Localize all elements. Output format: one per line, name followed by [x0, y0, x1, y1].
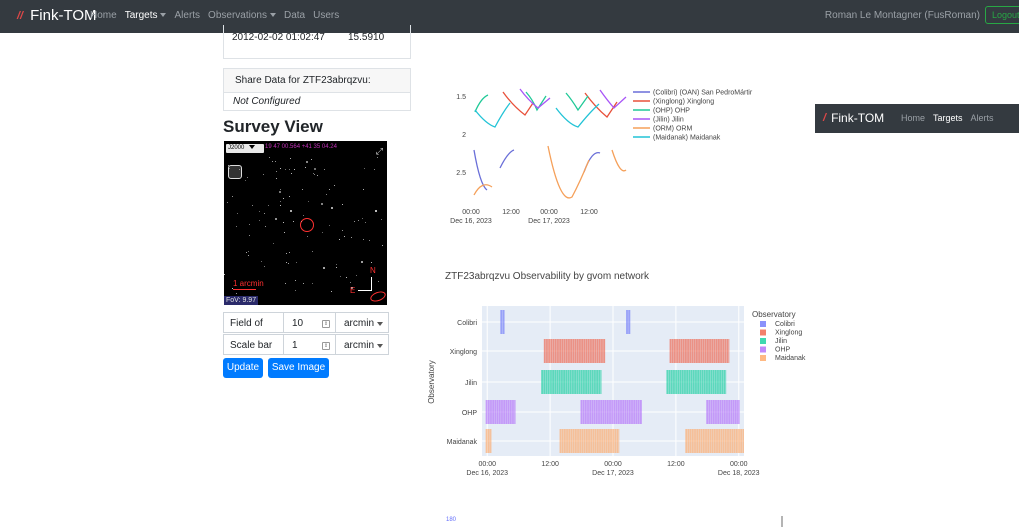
airmass-x-tick: 12:00	[580, 209, 598, 216]
airmass-legend-label: (Maidanak) Maidanak	[653, 135, 721, 142]
x-tick-date: Dec 18, 2023	[718, 470, 760, 477]
airmass-plot-area	[471, 83, 626, 205]
legend-label: Jilin	[775, 338, 787, 345]
legend-swatch	[760, 355, 766, 361]
legend-title: Observatory	[752, 310, 796, 319]
airmass-y-tick: 1.5	[456, 94, 466, 101]
embedded-brand-label: Fink-TOM	[831, 111, 885, 125]
airmass-legend-label: (Colibri) (OAN) San PedroMártir	[653, 90, 753, 97]
embedded-nav-home[interactable]: Home	[901, 113, 925, 123]
airmass-legend-label: (OHP) OHP	[653, 108, 690, 115]
observability-bar-jilin	[541, 370, 602, 394]
x-tick-date: Dec 16, 2023	[466, 470, 508, 477]
legend-label: Maidanak	[775, 355, 806, 362]
airmass-x-tick-date: Dec 16, 2023	[450, 218, 492, 225]
y-tick-label: OHP	[462, 410, 478, 417]
chart-title: ZTF23abrqzvu Observability by gvom netwo…	[445, 271, 650, 282]
airmass-y-tick: 2.5	[456, 170, 466, 177]
x-tick-label: 00:00	[478, 461, 496, 468]
airmass-x-tick: 00:00	[540, 209, 558, 216]
y-tick-label: Maidanak	[447, 439, 478, 446]
y-tick-label: Jilin	[465, 380, 477, 387]
embedded-nav-targets[interactable]: Targets	[933, 113, 963, 123]
airmass-legend-label: (ORM) ORM	[653, 126, 692, 133]
x-tick-label: 12:00	[541, 461, 559, 468]
airmass-x-tick: 00:00	[462, 209, 480, 216]
embedded-nav-alerts[interactable]: Alerts	[971, 113, 994, 123]
observability-bar-xinglong	[669, 339, 730, 363]
airmass-y-tick: 2	[462, 132, 466, 139]
observability-bar-ohp	[485, 400, 516, 424]
legend-swatch	[760, 338, 766, 344]
y-tick-label: Colibri	[457, 320, 477, 327]
observability-bar-jilin	[666, 370, 727, 394]
airmass-x-tick-date: Dec 17, 2023	[528, 218, 570, 225]
legend-swatch	[760, 329, 766, 336]
y-axis-label: Observatory	[427, 360, 436, 404]
airmass-legend-label: (Jilin) Jilin	[653, 117, 684, 124]
plots-area: 1.5 2 2.5 00:00 Dec 16, 2023 12:00 00:00 Dec 17…	[427, 83, 806, 527]
embedded-navbar: / Fink-TOM Home Targets Alerts	[815, 104, 1019, 133]
x-tick-label: 12:00	[667, 461, 685, 468]
legend-label: Xinglong	[775, 330, 802, 337]
observability-bar-maidanak	[559, 429, 620, 453]
legend-swatch	[760, 346, 766, 353]
bottom-plot-tick: 180	[446, 517, 457, 523]
airmass-legend-label: (Xinglong) Xinglong	[653, 99, 714, 106]
x-tick-label: 00:00	[604, 461, 622, 468]
legend-label: Colibri	[775, 321, 795, 328]
legend-label: OHP	[775, 347, 791, 354]
x-tick-label: 00:00	[730, 461, 748, 468]
airmass-x-tick: 12:00	[502, 209, 520, 216]
embedded-brand[interactable]: / Fink-TOM	[823, 111, 884, 125]
y-tick-label: Xinglong	[450, 349, 477, 356]
legend-swatch	[760, 321, 766, 327]
x-tick-date: Dec 17, 2023	[592, 470, 634, 477]
observability-bar-maidanak	[685, 429, 744, 453]
embedded-nav-links: Home Targets Alerts	[901, 113, 994, 123]
observability-bar-maidanak	[485, 429, 492, 453]
fink-logo-icon: /	[823, 112, 827, 124]
